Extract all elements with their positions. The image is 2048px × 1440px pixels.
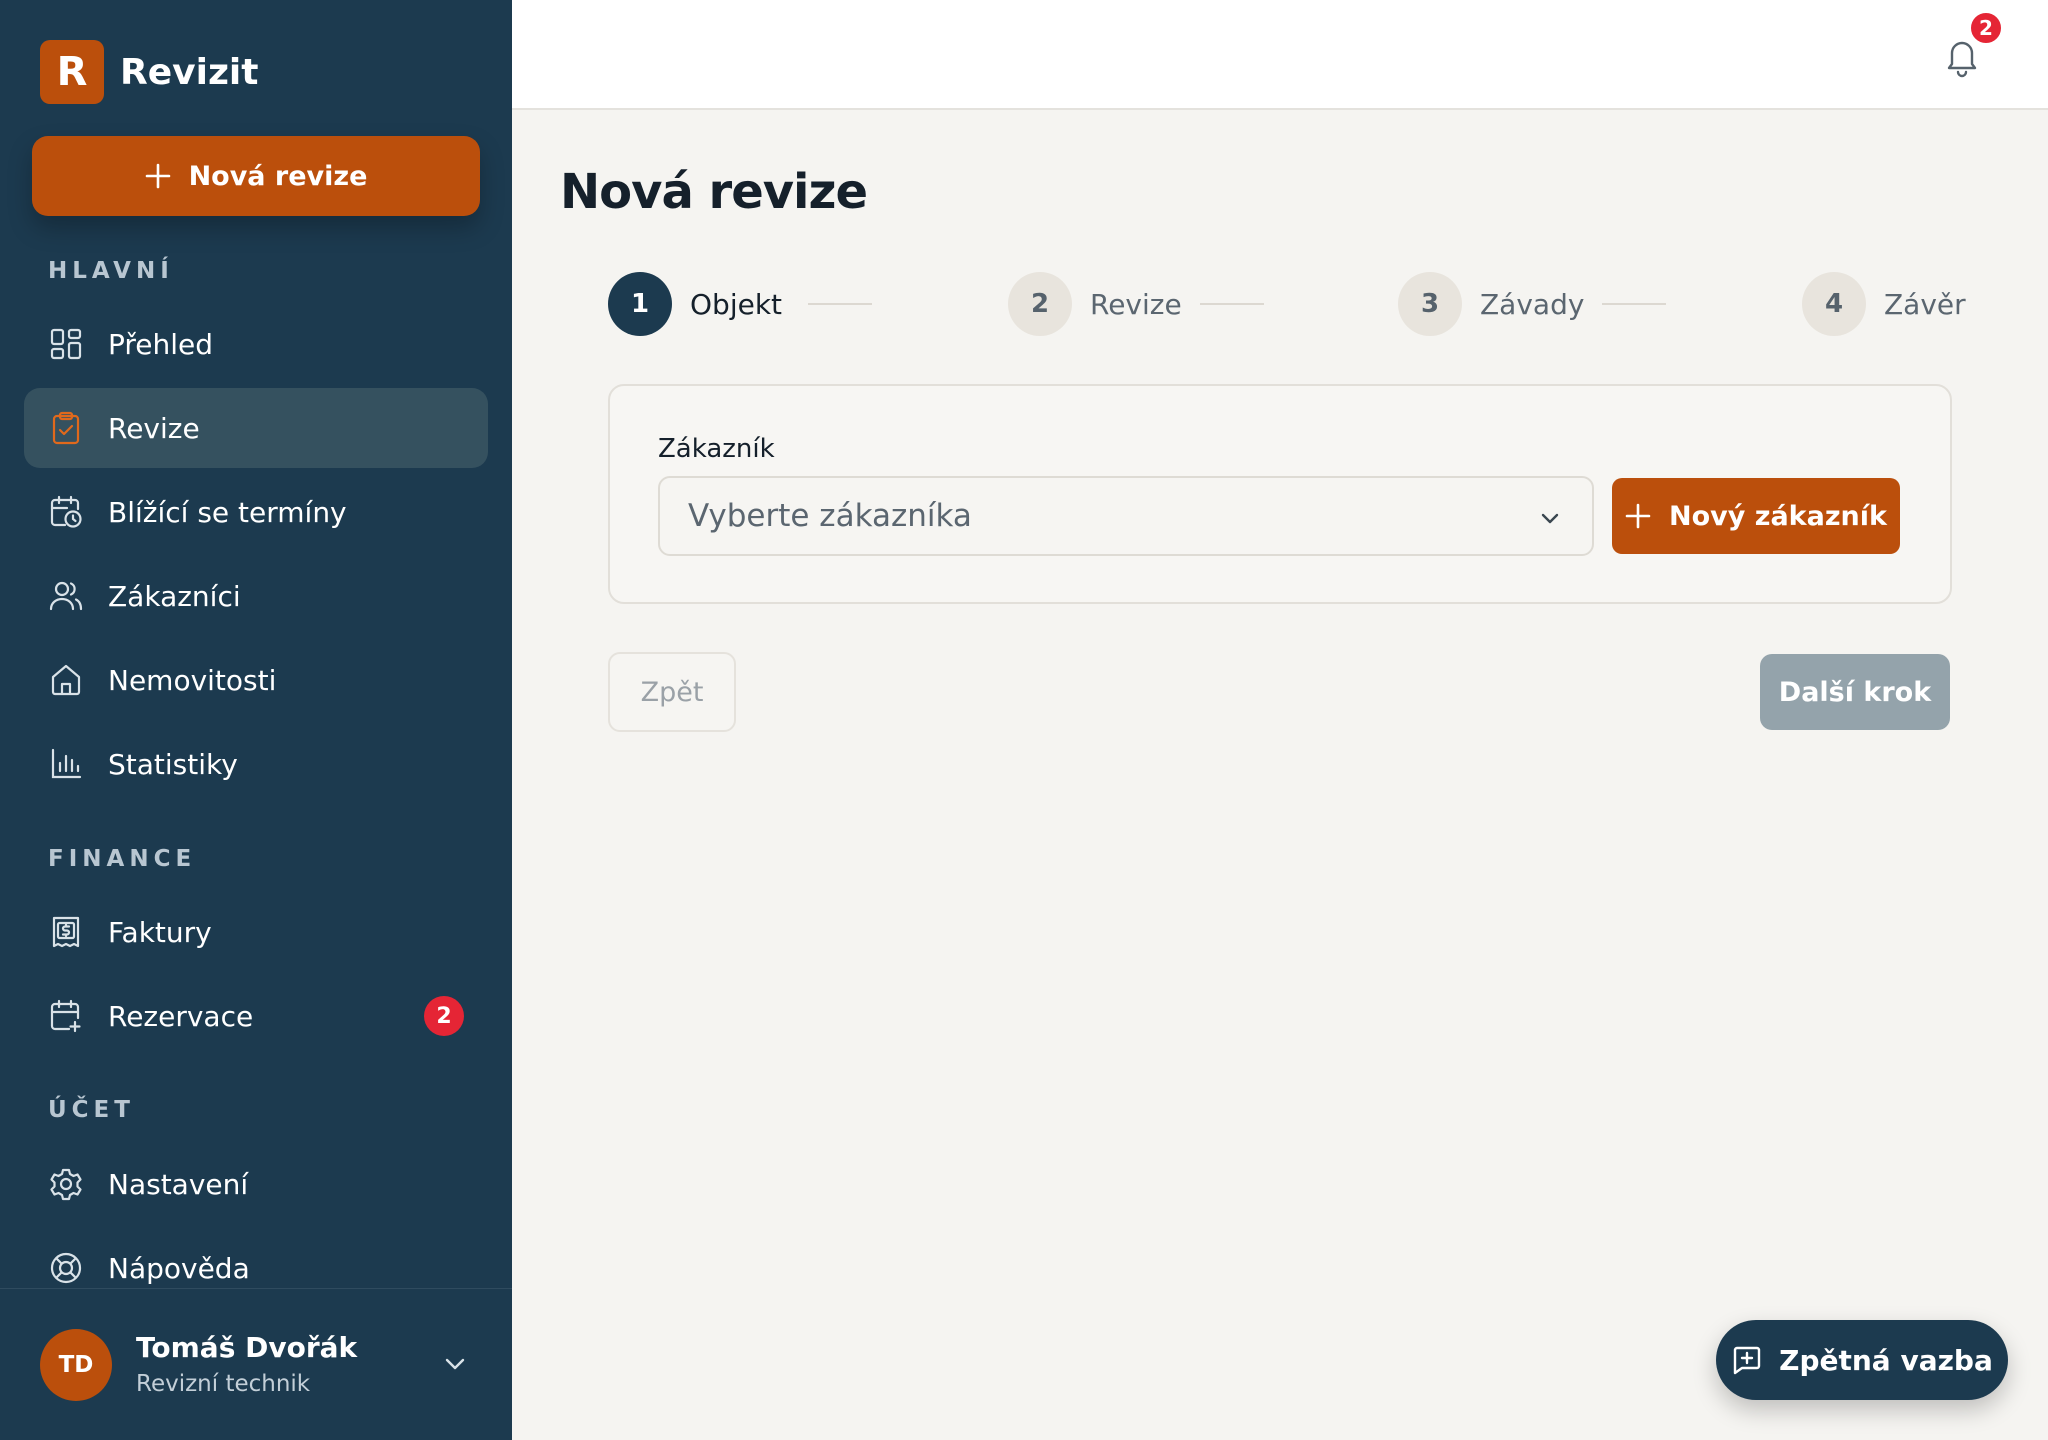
sidebar-item-statistiky[interactable]: Statistiky [24, 724, 488, 804]
step-connector [1200, 303, 1264, 305]
new-revision-button[interactable]: Nová revize [32, 136, 480, 216]
new-customer-button[interactable]: Nový zákazník [1612, 478, 1900, 554]
user-name: Tomáš Dvořák [136, 1331, 358, 1364]
step-objekt[interactable]: 1 Objekt [608, 272, 782, 336]
sidebar-item-rezervace[interactable]: Rezervace 2 [24, 976, 488, 1056]
step-number: 3 [1398, 272, 1462, 336]
customer-card: Zákazník Vyberte zákazníka Nový zákazník [608, 384, 1952, 604]
step-zaver[interactable]: 4 Závěr [1802, 272, 1966, 336]
dashboard-icon [48, 326, 84, 362]
customer-select-placeholder: Vyberte zákazníka [688, 498, 972, 534]
brand-logo: R [40, 40, 104, 104]
notification-badge: 2 [1969, 11, 2003, 45]
section-title-account: ÚČET [48, 1097, 135, 1123]
customer-label: Zákazník [658, 434, 775, 464]
sidebar-item-prehled[interactable]: Přehled [24, 304, 488, 384]
plus-icon [145, 163, 170, 189]
sidebar-item-label: Faktury [108, 915, 212, 949]
home-icon [48, 662, 84, 698]
sidebar-item-faktury[interactable]: Faktury [24, 892, 488, 972]
clipboard-check-icon [48, 410, 84, 446]
chevron-down-icon [1541, 513, 1559, 524]
brand[interactable]: R Revizit [40, 40, 258, 104]
sidebar-item-revize[interactable]: Revize [24, 388, 488, 468]
plus-icon [1625, 503, 1651, 529]
avatar: TD [40, 1329, 112, 1401]
step-number: 1 [608, 272, 672, 336]
users-icon [48, 578, 84, 614]
calendar-clock-icon [48, 494, 84, 530]
step-revize[interactable]: 2 Revize [1008, 272, 1182, 336]
step-label: Závěr [1884, 287, 1966, 321]
invoice-icon [48, 914, 84, 950]
step-label: Objekt [690, 287, 783, 321]
sidebar: R Revizit Nová revize HLAVNÍ Přehled Rev… [0, 0, 512, 1440]
sidebar-item-label: Revize [108, 411, 200, 445]
feedback-button[interactable]: Zpětná vazba [1716, 1320, 2008, 1400]
sidebar-item-nemovitosti[interactable]: Nemovitosti [24, 640, 488, 720]
sidebar-item-label: Přehled [108, 327, 214, 361]
step-number: 4 [1802, 272, 1866, 336]
sidebar-item-label: Statistiky [108, 747, 238, 781]
sidebar-item-label: Nápověda [108, 1251, 250, 1285]
customer-select[interactable]: Vyberte zákazníka [658, 476, 1594, 556]
feedback-label: Zpětná vazba [1779, 1343, 1993, 1377]
sidebar-item-label: Rezervace [108, 999, 254, 1033]
new-customer-label: Nový zákazník [1668, 500, 1887, 532]
step-label: Závady [1480, 287, 1585, 321]
brand-name: Revizit [120, 51, 259, 93]
sidebar-item-label: Nemovitosti [108, 663, 277, 697]
page-title: Nová revize [560, 164, 868, 220]
chevron-down-icon[interactable] [440, 1349, 470, 1379]
step-number: 2 [1008, 272, 1072, 336]
new-revision-label: Nová revize [188, 160, 368, 192]
sidebar-item-zakaznici[interactable]: Zákazníci [24, 556, 488, 636]
message-plus-icon [1733, 1346, 1761, 1375]
rezervace-badge: 2 [424, 996, 464, 1036]
user-menu[interactable]: TD Tomáš Dvořák Revizní technik [0, 1288, 512, 1440]
step-connector [808, 303, 872, 305]
step-label: Revize [1090, 287, 1182, 321]
calendar-plus-icon [48, 998, 84, 1034]
step-connector [1602, 303, 1666, 305]
gear-icon [48, 1166, 84, 1202]
sidebar-item-blizici-terminy[interactable]: Blížící se termíny [24, 472, 488, 552]
lifebuoy-icon [48, 1250, 84, 1286]
step-zavady[interactable]: 3 Závady [1398, 272, 1584, 336]
sidebar-item-nastaveni[interactable]: Nastavení [24, 1144, 488, 1224]
topbar: 2 [512, 0, 2048, 110]
next-step-button[interactable]: Další krok [1760, 654, 1950, 730]
user-role: Revizní technik [136, 1371, 311, 1397]
section-title-finance: FINANCE [48, 846, 197, 872]
bar-chart-icon [48, 746, 84, 782]
back-button[interactable]: Zpět [608, 652, 736, 732]
sidebar-item-label: Zákazníci [108, 579, 241, 613]
sidebar-item-label: Blížící se termíny [108, 495, 347, 529]
section-title-main: HLAVNÍ [48, 258, 174, 284]
sidebar-item-label: Nastavení [108, 1167, 249, 1201]
